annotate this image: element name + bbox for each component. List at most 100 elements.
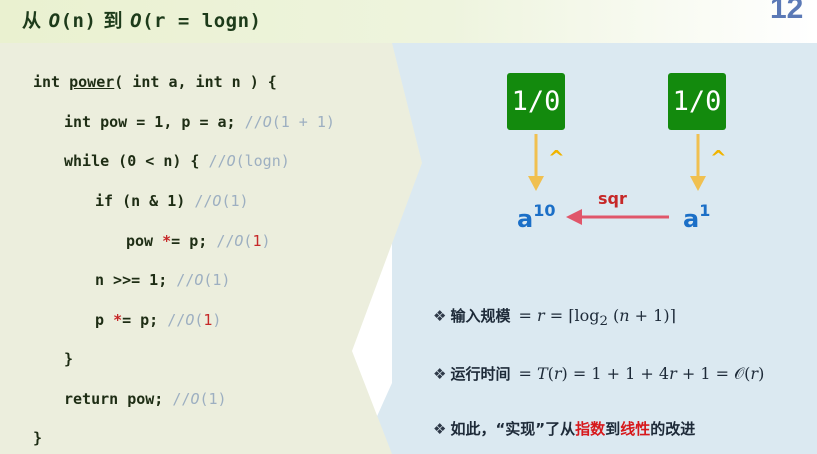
comment-prefix: // (172, 390, 191, 408)
caret-right: ^ (710, 146, 727, 170)
comment-prefix: // (216, 232, 235, 250)
code-comment: //O(1) (194, 192, 248, 210)
comment-prefix: // (194, 192, 213, 210)
comment-big-o: O (185, 311, 195, 329)
comment-text: (1 + 1) (271, 113, 335, 131)
code-panel: int power( int a, int n ) { int pow = 1,… (0, 43, 400, 454)
arrow-down-right (690, 134, 706, 191)
math-var-r: r (669, 364, 677, 383)
highlight-exponential: 指数 (575, 420, 606, 438)
math-log-base: 2 (599, 314, 608, 330)
a-exponent: 1 (699, 201, 711, 220)
code-comment: //O(1) (172, 390, 226, 408)
conclusion-text: 如此，“实现”了从 (450, 420, 576, 438)
bullet-label: 运行时间 (450, 365, 511, 383)
node-right: 1/0 (668, 73, 726, 130)
function-name: power (69, 73, 115, 91)
arrow-down-left (528, 134, 544, 191)
code-line-7: p *= p; //O(1) (95, 311, 221, 329)
a-base: a (683, 205, 700, 233)
edge-label-sqr: sqr (598, 189, 627, 208)
comment-prefix: // (244, 113, 263, 131)
a-power-10: a10 (517, 201, 556, 233)
code-text: pow (126, 232, 163, 250)
code-comment: //O(logn) (209, 152, 290, 170)
code-text: return pow; (64, 390, 173, 408)
code-operator: * (162, 232, 172, 250)
title-part-1: (n) (60, 10, 97, 32)
node-left: 1/0 (507, 73, 565, 130)
math-sum-tail: + 1 = (676, 364, 735, 383)
code-line-1: int power( int a, int n ) { (33, 73, 277, 91)
math-var-T: T (536, 364, 548, 383)
bullet-conclusion: ❖ 如此，“实现”了从指数到线性的改进 (433, 418, 695, 439)
math-var-r: r (536, 306, 545, 325)
diagram-panel-bg (360, 43, 817, 454)
formula-input-size: = r = ⌈log2 (n + 1)⌉ (518, 306, 676, 329)
math-paren: ( (607, 306, 620, 325)
code-keyword: int (33, 73, 70, 91)
code-line-6: n >>= 1; //O(1) (95, 271, 230, 289)
title-big-o-1: O (48, 10, 61, 32)
code-comment: //O(1) (167, 311, 221, 329)
diamond-icon: ❖ (433, 365, 447, 383)
code-line-2: int pow = 1, p = a; //O(1 + 1) (64, 113, 335, 131)
math-big-o: 𝒪 (734, 364, 745, 383)
a-exponent: 10 (533, 201, 556, 220)
caret-left: ^ (548, 146, 565, 170)
bullet-running-time: ❖ 运行时间 = T(r) = 1 + 1 + 4r + 1 = 𝒪(r) (433, 363, 764, 384)
title-part-2: (r = logn) (142, 10, 262, 32)
math-log: = ⌈log (544, 306, 600, 325)
code-text: n >>= 1; (95, 271, 177, 289)
code-text: = p; (122, 311, 168, 329)
comment-big-o: O (226, 152, 236, 170)
code-line-3: while (0 < n) { //O(logn) (64, 152, 290, 170)
comment-text: (1) (203, 271, 231, 289)
code-text: } (33, 429, 43, 447)
diamond-icon: ❖ (433, 420, 447, 438)
math-tail: + 1)⌉ (629, 306, 676, 325)
comment-text: (1) (221, 192, 249, 210)
math-var-r: r (750, 364, 759, 383)
a-power-1: a1 (683, 201, 711, 233)
comment-prefix: // (176, 271, 195, 289)
code-comment: //O(1 + 1) (245, 113, 335, 131)
code-comment: //O(1) (176, 271, 230, 289)
diamond-icon: ❖ (433, 307, 447, 325)
math-var-r: r (553, 364, 562, 383)
math-var-n: n (619, 306, 630, 325)
comment-paren: ) (212, 311, 222, 329)
code-line-9: return pow; //O(1) (64, 390, 227, 408)
code-text: p (95, 311, 114, 329)
code-text: while (0 < n) { (64, 152, 209, 170)
title-big-o-2: O (130, 10, 143, 32)
code-comment: //O(1) (216, 232, 270, 250)
conclusion-text: 的改进 (650, 420, 696, 438)
code-signature: ( int a, int n ) { (114, 73, 277, 91)
math-eq: = (518, 306, 537, 325)
code-line-10: } (33, 429, 42, 447)
code-line-4: if (n & 1) //O(1) (95, 192, 249, 210)
a-base: a (517, 205, 534, 233)
page-title: 从 O(n) 到 O(r = logn) (22, 6, 261, 33)
highlight-linear: 线性 (620, 420, 651, 438)
math-sum: = 1 + 1 + 4 (567, 364, 670, 383)
comment-paren: ) (261, 232, 271, 250)
code-operator: * (113, 311, 123, 329)
arrow-sqr (566, 209, 669, 225)
bullet-input-size: ❖ 输入规模 = r = ⌈log2 (n + 1)⌉ (433, 305, 676, 329)
math-paren: ) (758, 364, 765, 383)
title-prefix: 从 (22, 10, 49, 32)
math-eq: = (518, 364, 537, 383)
code-text: = p; (171, 232, 217, 250)
comment-text: (1) (199, 390, 227, 408)
slide-number: 12 (770, 0, 804, 25)
bullet-label: 输入规模 (450, 307, 511, 325)
title-mid: 到 (96, 10, 131, 32)
comment-prefix: // (167, 311, 186, 329)
conclusion-text: 到 (605, 420, 621, 438)
comment-text: (logn) (235, 152, 290, 170)
comment-prefix: // (208, 152, 227, 170)
formula-running-time: = T(r) = 1 + 1 + 4r + 1 = 𝒪(r) (518, 364, 764, 383)
code-text: int pow = 1, p = a; (64, 113, 245, 131)
